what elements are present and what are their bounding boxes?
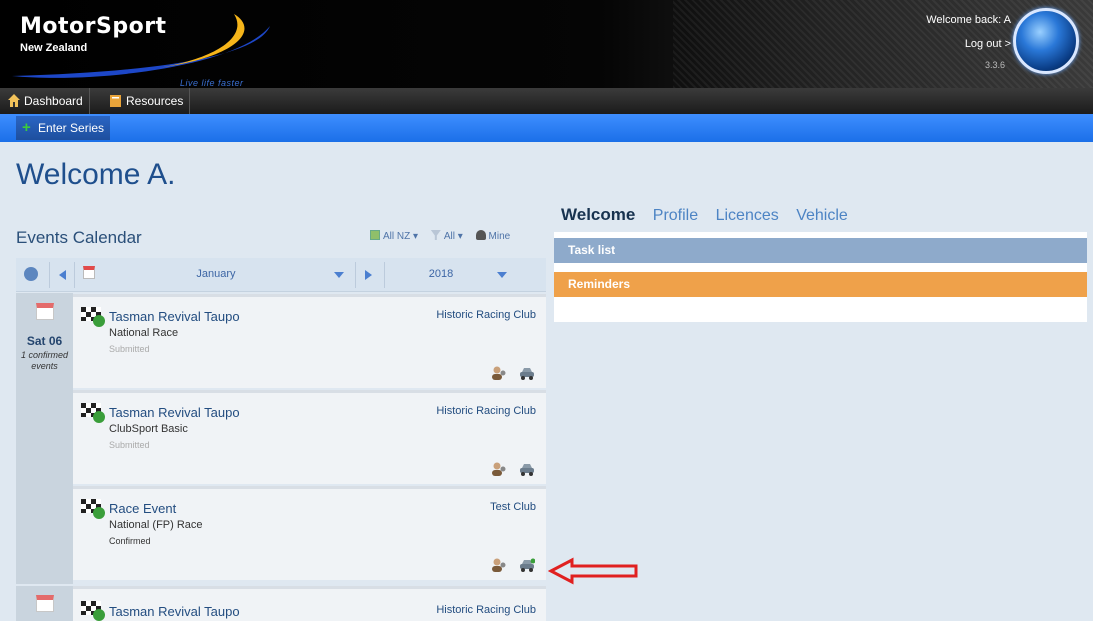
chevron-down-icon[interactable] bbox=[497, 272, 507, 278]
event-status: Submitted bbox=[109, 440, 150, 450]
checkered-flag-icon bbox=[81, 601, 105, 621]
nav-item-label: Resources bbox=[126, 94, 184, 108]
logo-tagline: Live life faster bbox=[180, 78, 244, 88]
prev-month-icon[interactable] bbox=[59, 270, 66, 280]
tab-vehicle[interactable]: Vehicle bbox=[796, 207, 848, 225]
year-select[interactable]: 2018 bbox=[406, 268, 476, 280]
task-list-header[interactable]: Task list bbox=[554, 238, 1087, 263]
checkered-flag-icon bbox=[81, 499, 105, 519]
event-card: Race Event National (FP) Race Confirmed … bbox=[73, 486, 546, 580]
event-name-link[interactable]: Tasman Revival Taupo bbox=[109, 405, 240, 420]
car-icon[interactable] bbox=[519, 462, 535, 476]
profile-tabs: Welcome Profile Licences Vehicle bbox=[561, 205, 861, 225]
version-label: 3.3.6 bbox=[984, 60, 1005, 70]
date-column: Sat 06 1 confirmed events bbox=[16, 293, 73, 584]
region-filter-label: All NZ bbox=[383, 231, 411, 242]
event-card: Tasman Revival Taupo ClubSport Basic Sub… bbox=[73, 390, 546, 484]
event-club-link[interactable]: Test Club bbox=[490, 501, 536, 513]
main-nav: Dashboard Resources bbox=[0, 88, 1093, 114]
event-club-link[interactable]: Historic Racing Club bbox=[436, 405, 536, 417]
event-club-link[interactable]: Historic Racing Club bbox=[436, 604, 536, 616]
refresh-icon[interactable] bbox=[24, 267, 38, 281]
sub-nav: + Enter Series bbox=[0, 114, 1093, 142]
person-icon[interactable] bbox=[491, 462, 507, 476]
plus-icon: + bbox=[22, 119, 31, 136]
nav-item-resources[interactable]: Resources bbox=[102, 88, 191, 114]
enter-series-button[interactable]: + Enter Series bbox=[16, 116, 111, 140]
welcome-panel: Task list Reminders bbox=[554, 232, 1087, 322]
calendar-icon bbox=[83, 266, 95, 279]
tab-welcome[interactable]: Welcome bbox=[561, 205, 635, 225]
event-name-link[interactable]: Race Event bbox=[109, 501, 176, 516]
nav-item-label: Dashboard bbox=[24, 94, 83, 108]
tab-licences[interactable]: Licences bbox=[716, 207, 779, 225]
type-filter-label: All bbox=[443, 231, 455, 242]
tab-profile[interactable]: Profile bbox=[653, 207, 698, 225]
page-title: Welcome A. bbox=[16, 158, 176, 191]
globe-icon bbox=[1013, 8, 1079, 74]
funnel-icon bbox=[430, 230, 441, 240]
map-icon bbox=[370, 230, 380, 240]
event-type: National Race bbox=[109, 327, 179, 339]
reminders-header[interactable]: Reminders bbox=[554, 272, 1087, 297]
event-name-link[interactable]: Tasman Revival Taupo bbox=[109, 604, 240, 619]
book-icon bbox=[110, 95, 121, 107]
event-type: ClubSport Basic bbox=[109, 423, 188, 435]
date-day: Sat 06 bbox=[26, 334, 63, 348]
calendar-date-icon bbox=[36, 303, 54, 320]
welcome-back-text: Welcome back: A bbox=[926, 14, 1011, 26]
home-icon bbox=[8, 94, 20, 107]
car-icon[interactable] bbox=[519, 366, 535, 380]
header: MotorSport New Zealand Live life faster … bbox=[0, 0, 1093, 88]
logout-link[interactable]: Log out > bbox=[965, 38, 1011, 50]
event-card: Tasman Revival Taupo National Race Submi… bbox=[73, 294, 546, 388]
enter-series-label: Enter Series bbox=[38, 121, 105, 135]
nav-item-dashboard[interactable]: Dashboard bbox=[0, 88, 90, 114]
date-column bbox=[16, 586, 73, 621]
month-selector: January 2018 bbox=[16, 258, 546, 292]
event-status: Confirmed bbox=[109, 536, 151, 546]
logo-title: MotorSport bbox=[20, 14, 167, 39]
event-type: National (FP) Race bbox=[109, 519, 203, 531]
logo[interactable]: MotorSport New Zealand Live life faster bbox=[8, 6, 278, 88]
checkered-flag-icon bbox=[81, 307, 105, 327]
event-status: Submitted bbox=[109, 344, 150, 354]
type-filter[interactable]: All ▾ bbox=[430, 230, 463, 242]
car-entry-icon[interactable] bbox=[519, 558, 535, 572]
logo-subtitle: New Zealand bbox=[20, 42, 88, 54]
next-month-icon[interactable] bbox=[365, 270, 372, 280]
event-name-link[interactable]: Tasman Revival Taupo bbox=[109, 309, 240, 324]
annotation-arrow-icon bbox=[548, 557, 638, 585]
event-card: Tasman Revival Taupo Historic Racing Clu… bbox=[73, 586, 546, 621]
date-summary: 1 confirmed events bbox=[20, 350, 69, 371]
person-icon[interactable] bbox=[491, 366, 507, 380]
checkered-flag-icon bbox=[81, 403, 105, 423]
mine-filter[interactable]: Mine bbox=[475, 230, 511, 242]
event-club-link[interactable]: Historic Racing Club bbox=[436, 309, 536, 321]
region-filter[interactable]: All NZ ▾ bbox=[370, 230, 418, 242]
mine-filter-label: Mine bbox=[488, 231, 511, 242]
month-select[interactable]: January bbox=[176, 268, 256, 280]
calendar-title: Events Calendar bbox=[16, 228, 142, 247]
person-icon[interactable] bbox=[491, 558, 507, 572]
calendar-filters: All NZ ▾ All ▾ Mine bbox=[370, 230, 520, 242]
chevron-down-icon[interactable] bbox=[334, 272, 344, 278]
user-icon bbox=[475, 230, 486, 240]
calendar-date-icon bbox=[36, 595, 54, 612]
